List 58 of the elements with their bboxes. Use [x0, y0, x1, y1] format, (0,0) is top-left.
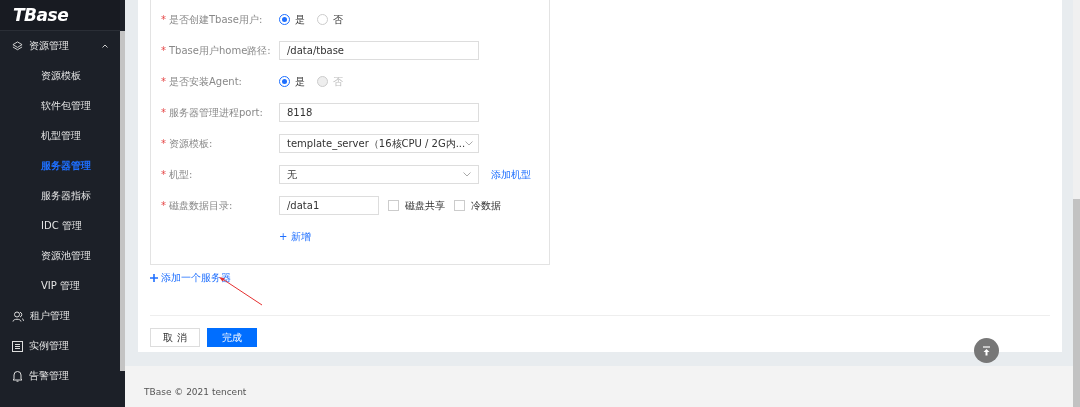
- layers-icon: [12, 40, 23, 52]
- radio-label: 否: [333, 12, 343, 27]
- checkbox[interactable]: [454, 200, 465, 211]
- sidebar-item[interactable]: 资源模板: [0, 61, 120, 91]
- radio-label: 是: [295, 74, 305, 89]
- required-mark: *: [161, 107, 167, 118]
- logo: TBase: [0, 0, 120, 31]
- field-label: Tbase用户home路径:: [169, 43, 272, 58]
- list-icon: [12, 340, 23, 352]
- required-mark: *: [161, 45, 167, 56]
- input-field[interactable]: /data/tbase: [279, 41, 479, 60]
- sidebar-item[interactable]: 软件包管理: [0, 91, 120, 121]
- field-label: 是否安装Agent:: [169, 74, 243, 89]
- field-label: 是否创建Tbase用户:: [169, 12, 264, 27]
- back-to-top-button[interactable]: [974, 338, 999, 363]
- input-field[interactable]: /data1: [279, 196, 379, 215]
- sidebar-item[interactable]: VIP 管理: [0, 271, 120, 301]
- footer-text: TBase © 2021 tencent: [144, 387, 247, 397]
- bell-icon: [12, 370, 23, 382]
- radio-button[interactable]: [279, 14, 290, 25]
- confirm-button[interactable]: 完成: [207, 328, 257, 347]
- required-mark: *: [161, 200, 167, 211]
- input-field[interactable]: 8118: [279, 103, 479, 122]
- radio-button[interactable]: [279, 76, 290, 87]
- checkbox-label: 冷数据: [471, 198, 501, 213]
- sidebar-group[interactable]: 实例管理: [0, 331, 120, 361]
- sidebar-item[interactable]: 机型管理: [0, 121, 120, 151]
- field-label: 服务器管理进程port:: [169, 105, 264, 120]
- checkbox[interactable]: [388, 200, 399, 211]
- radio-label: 是: [295, 12, 305, 27]
- chevron-down-icon: [463, 172, 471, 177]
- required-mark: *: [161, 138, 167, 149]
- required-mark: *: [161, 14, 167, 25]
- field-label: 磁盘数据目录:: [169, 198, 234, 213]
- scrollbar-thumb[interactable]: [120, 31, 125, 371]
- select-field[interactable]: 无: [279, 165, 479, 184]
- select-field[interactable]: template_server（16核CPU / 2G内...: [279, 134, 479, 153]
- cancel-button[interactable]: 取 消: [150, 328, 200, 347]
- sidebar-item[interactable]: IDC 管理: [0, 211, 120, 241]
- sidebar-group[interactable]: 租户管理: [0, 301, 120, 331]
- field-label: 资源模板:: [169, 136, 214, 151]
- checkbox-label: 磁盘共享: [405, 198, 445, 213]
- field-label: 机型:: [169, 167, 194, 182]
- required-mark: *: [161, 169, 167, 180]
- sidebar-item[interactable]: 服务器管理: [0, 151, 120, 181]
- users-icon: [12, 310, 24, 322]
- required-mark: *: [161, 76, 167, 87]
- chevron-down-icon: [465, 141, 474, 146]
- plus-icon: [150, 274, 158, 282]
- sidebar-group[interactable]: 告警管理: [0, 361, 120, 391]
- add-model-link[interactable]: 添加机型: [491, 167, 531, 182]
- scrollbar-thumb[interactable]: [1073, 199, 1080, 407]
- sidebar-item[interactable]: 服务器指标: [0, 181, 120, 211]
- sidebar-item[interactable]: 资源池管理: [0, 241, 120, 271]
- radio-button[interactable]: [317, 14, 328, 25]
- add-new-link[interactable]: + 新增: [279, 229, 311, 244]
- sidebar-group[interactable]: 资源管理: [0, 31, 120, 61]
- arrow-up-icon: [982, 345, 991, 356]
